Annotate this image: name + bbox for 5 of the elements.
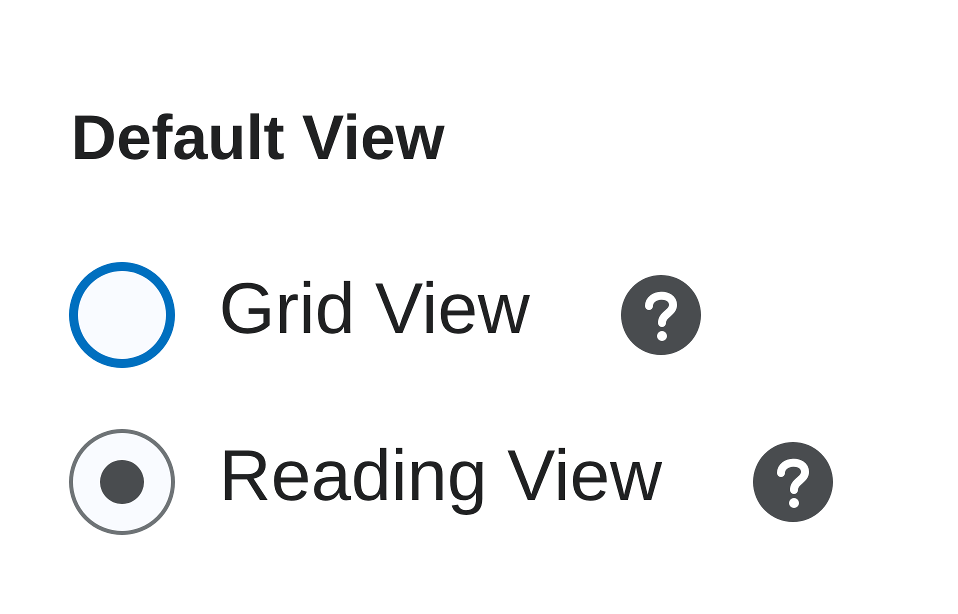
option-label: Reading View: [219, 440, 662, 518]
option-label: Grid View: [219, 273, 530, 351]
section-heading: Default View: [70, 107, 446, 170]
help-icon[interactable]: [752, 442, 833, 522]
help-icon[interactable]: [620, 275, 701, 355]
